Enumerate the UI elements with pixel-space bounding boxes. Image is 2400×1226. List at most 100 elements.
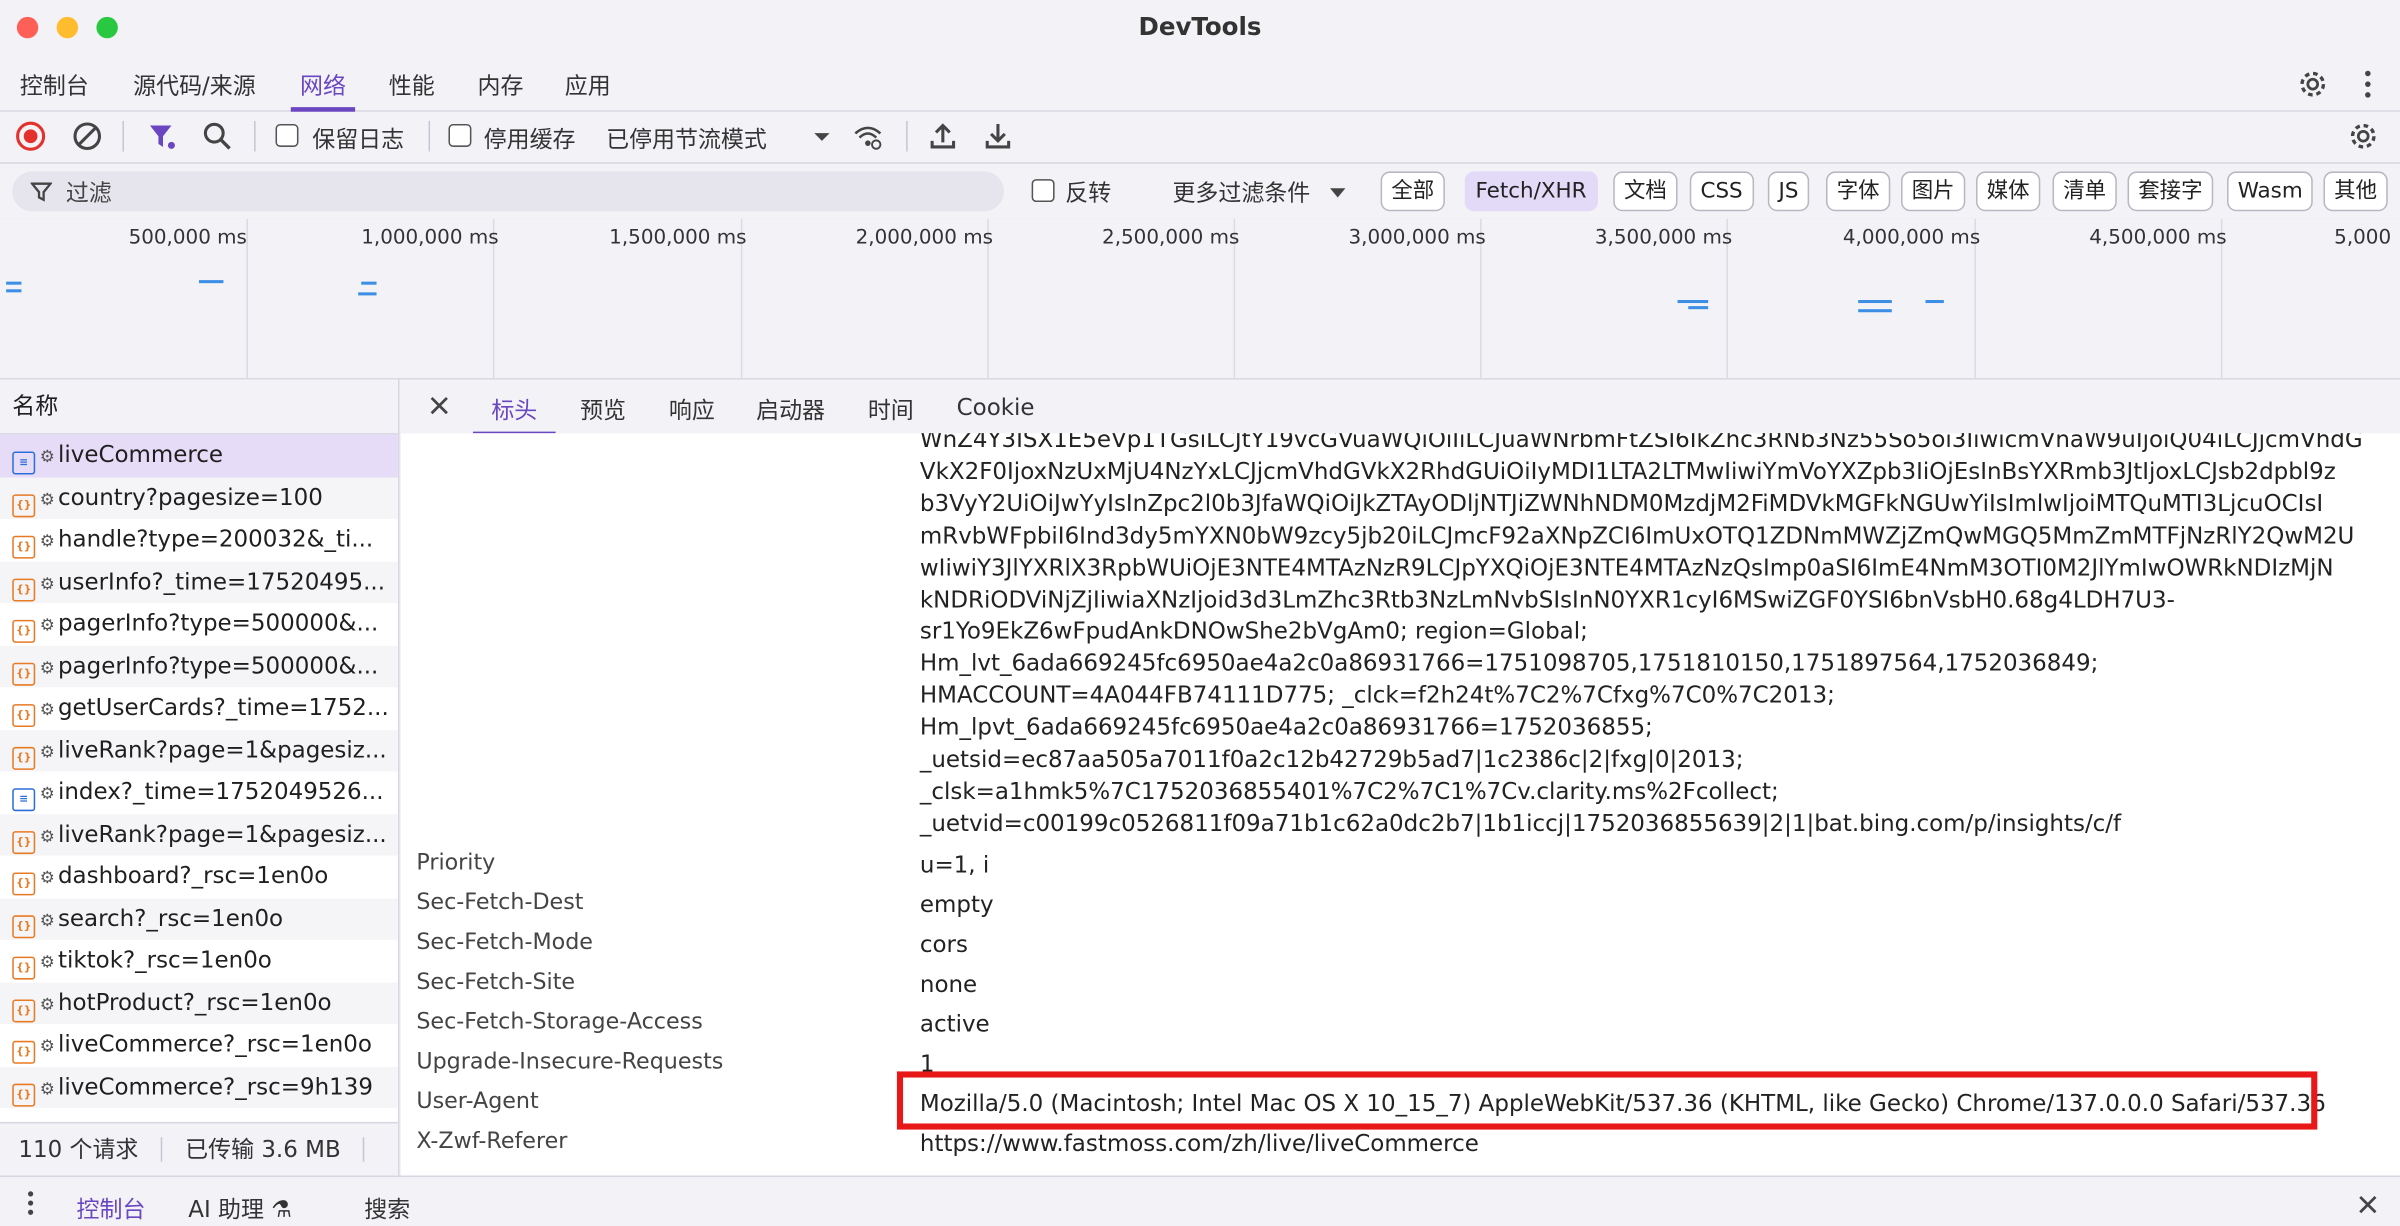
more-filters-dropdown[interactable]: 更多过滤条件 — [1172, 176, 1310, 208]
header-key: Sec-Fetch-Mode — [416, 930, 593, 956]
request-name: liveCommerce?_rsc=9h139 — [57, 1072, 373, 1100]
overview-bar — [1677, 299, 1709, 304]
network-settings-gear-icon[interactable] — [2346, 119, 2380, 153]
request-name: tiktok?_rsc=1en0o — [57, 945, 272, 974]
filter-type-wasm[interactable]: Wasm — [2227, 171, 2314, 212]
request-name: userInfo?_time=17520495... — [57, 567, 386, 595]
tab-initiator[interactable]: 启动器 — [756, 393, 825, 425]
overview-bar — [1688, 306, 1709, 310]
tab-timing[interactable]: 时间 — [868, 393, 914, 425]
overview-bar — [1858, 309, 1892, 313]
drawer-tab-ai-assistance[interactable]: AI 助理 ⚗ — [188, 1192, 292, 1224]
header-key: Sec-Fetch-Dest — [416, 890, 584, 916]
drawer-tab-search[interactable]: 搜索 — [364, 1192, 410, 1224]
preserve-log-label: 保留日志 — [312, 125, 405, 154]
filter-bar: 过滤 反转 更多过滤条件 全部 Fetch/XHR 文档 CSS JS 字体 图… — [0, 164, 2400, 221]
request-row[interactable]: {} ⚙ handle?type=200032&_ti... — [0, 519, 398, 561]
cookie-line: kNDRiODViNjZjIiwiaXNzIjoid3d3LmZhc3Rtb3N… — [919, 585, 2175, 614]
request-row[interactable]: {} ⚙ getUserCards?_time=1752... — [0, 687, 398, 729]
fetch-icon: {} — [12, 872, 36, 896]
tab-cookie[interactable]: Cookie — [957, 393, 1035, 421]
filter-input[interactable]: 过滤 — [12, 171, 1005, 212]
filter-type-all[interactable]: 全部 — [1380, 171, 1445, 212]
filter-type-css[interactable]: CSS — [1689, 171, 1754, 212]
request-row[interactable]: {} ⚙ liveCommerce?_rsc=9h139 — [0, 1066, 398, 1109]
tab-headers[interactable]: 标头 — [472, 393, 556, 437]
override-gear-icon: ⚙ — [39, 699, 55, 720]
request-row[interactable]: {} ⚙ tiktok?_rsc=1en0o — [0, 940, 398, 982]
drawer-tab-console[interactable]: 控制台 — [77, 1192, 146, 1224]
download-icon[interactable] — [983, 121, 1014, 152]
invert-checkbox[interactable] — [1031, 179, 1055, 203]
toolbar-divider — [428, 120, 431, 152]
tab-performance[interactable]: 性能 — [389, 69, 435, 101]
request-row[interactable]: {} ⚙ userInfo?_time=17520495... — [0, 560, 398, 604]
disable-cache-label: 停用缓存 — [483, 125, 576, 154]
request-row[interactable]: {} ⚙ pagerInfo?type=500000&... — [0, 603, 398, 645]
chevron-down-icon[interactable] — [1329, 185, 1347, 200]
overview-tick-label: 3,500,000 ms — [1594, 226, 1733, 250]
chevron-down-icon[interactable] — [807, 121, 838, 152]
stop-recording-icon[interactable] — [15, 121, 46, 152]
search-icon[interactable] — [202, 121, 233, 152]
tab-memory[interactable]: 内存 — [478, 69, 524, 101]
request-name: liveRank?page=1&pagesiz... — [57, 819, 387, 848]
request-row[interactable]: {} ⚙ liveRank?page=1&pagesiz... — [0, 729, 398, 772]
tab-console[interactable]: 控制台 — [20, 69, 89, 101]
filter-type-font[interactable]: 字体 — [1826, 171, 1891, 212]
header-key: X-Zwf-Referer — [416, 1129, 568, 1155]
network-overview[interactable]: 500,000 ms 1,000,000 ms 1,500,000 ms 2,0… — [0, 218, 2400, 380]
main-tab-bar: 控制台 源代码/来源 网络 性能 内存 应用 — [0, 55, 2400, 112]
filter-type-doc[interactable]: 文档 — [1613, 171, 1678, 212]
request-row[interactable]: {} ⚙ liveRank?page=1&pagesiz... — [0, 813, 398, 856]
filter-type-media[interactable]: 媒体 — [1976, 171, 2041, 212]
upload-icon[interactable] — [928, 121, 959, 152]
request-name: liveCommerce — [57, 440, 224, 469]
filter-type-socket[interactable]: 套接字 — [2127, 171, 2214, 212]
request-row[interactable]: {} ⚙ country?pagesize=100 — [0, 476, 398, 519]
overview-tick-label: 2,000,000 ms — [855, 226, 993, 250]
clear-icon[interactable] — [72, 121, 103, 152]
request-row[interactable]: ≡ ⚙ liveCommerce — [0, 434, 398, 477]
cookie-line: sr1Yo9EkZ6wFpudAnkDNOwShe2bVgAm0; region… — [919, 617, 1588, 646]
more-options-icon[interactable] — [2357, 67, 2378, 101]
filter-icon[interactable] — [147, 121, 178, 152]
header-value: active — [919, 1010, 990, 1038]
request-row[interactable]: {} ⚙ liveCommerce?_rsc=1en0o — [0, 1024, 398, 1066]
settings-gear-icon[interactable] — [2296, 67, 2330, 101]
override-gear-icon: ⚙ — [39, 783, 55, 804]
tab-network[interactable]: 网络 — [290, 69, 356, 112]
cookie-line: mRvbWFpbiI6Ind3dy5mYXN0bW9zcy5jb20iLCJmc… — [919, 521, 2355, 550]
fetch-icon: {} — [12, 998, 36, 1022]
drawer-menu-icon[interactable] — [24, 1189, 36, 1217]
preserve-log-checkbox[interactable] — [275, 123, 299, 147]
close-icon[interactable] — [429, 395, 450, 416]
tab-response[interactable]: 响应 — [669, 393, 715, 425]
fetch-icon: {} — [12, 704, 36, 728]
filter-type-img[interactable]: 图片 — [1901, 171, 1966, 212]
disable-cache-checkbox[interactable] — [448, 123, 472, 147]
request-row[interactable]: {} ⚙ pagerInfo?type=500000&... — [0, 645, 398, 688]
network-conditions-icon[interactable] — [853, 121, 884, 152]
throttling-select[interactable]: 已停用节流模式 — [606, 122, 767, 154]
close-drawer-icon[interactable] — [2357, 1194, 2378, 1215]
request-row[interactable]: {} ⚙ hotProduct?_rsc=1en0o — [0, 981, 398, 1024]
name-column-header[interactable]: 名称 — [0, 379, 398, 435]
tab-sources[interactable]: 源代码/来源 — [133, 69, 256, 101]
user-agent-highlight-box — [896, 1071, 2318, 1130]
request-row[interactable]: {} ⚙ search?_rsc=1en0o — [0, 897, 398, 940]
network-toolbar: 保留日志 停用缓存 已停用节流模式 — [0, 110, 2400, 164]
filter-type-js[interactable]: JS — [1767, 171, 1810, 212]
overview-tick-label: 3,000,000 ms — [1348, 226, 1486, 250]
cookie-line: _uetsid=ec87aa505a7011f0a2c12b42729b5ad7… — [919, 745, 1744, 774]
tab-application[interactable]: 应用 — [565, 69, 611, 101]
request-row[interactable]: {} ⚙ dashboard?_rsc=1en0o — [0, 856, 398, 898]
overview-tick-label: 4,500,000 ms — [2089, 226, 2227, 250]
filter-placeholder: 过滤 — [65, 179, 112, 207]
title-bar: DevTools — [0, 0, 2400, 56]
request-row[interactable]: ≡ ⚙ index?_time=1752049526... — [0, 771, 398, 813]
filter-type-fetch-xhr[interactable]: Fetch/XHR — [1464, 171, 1598, 212]
filter-type-manifest[interactable]: 清单 — [2052, 171, 2117, 212]
tab-preview[interactable]: 预览 — [580, 393, 626, 425]
filter-type-other[interactable]: 其他 — [2323, 171, 2388, 212]
